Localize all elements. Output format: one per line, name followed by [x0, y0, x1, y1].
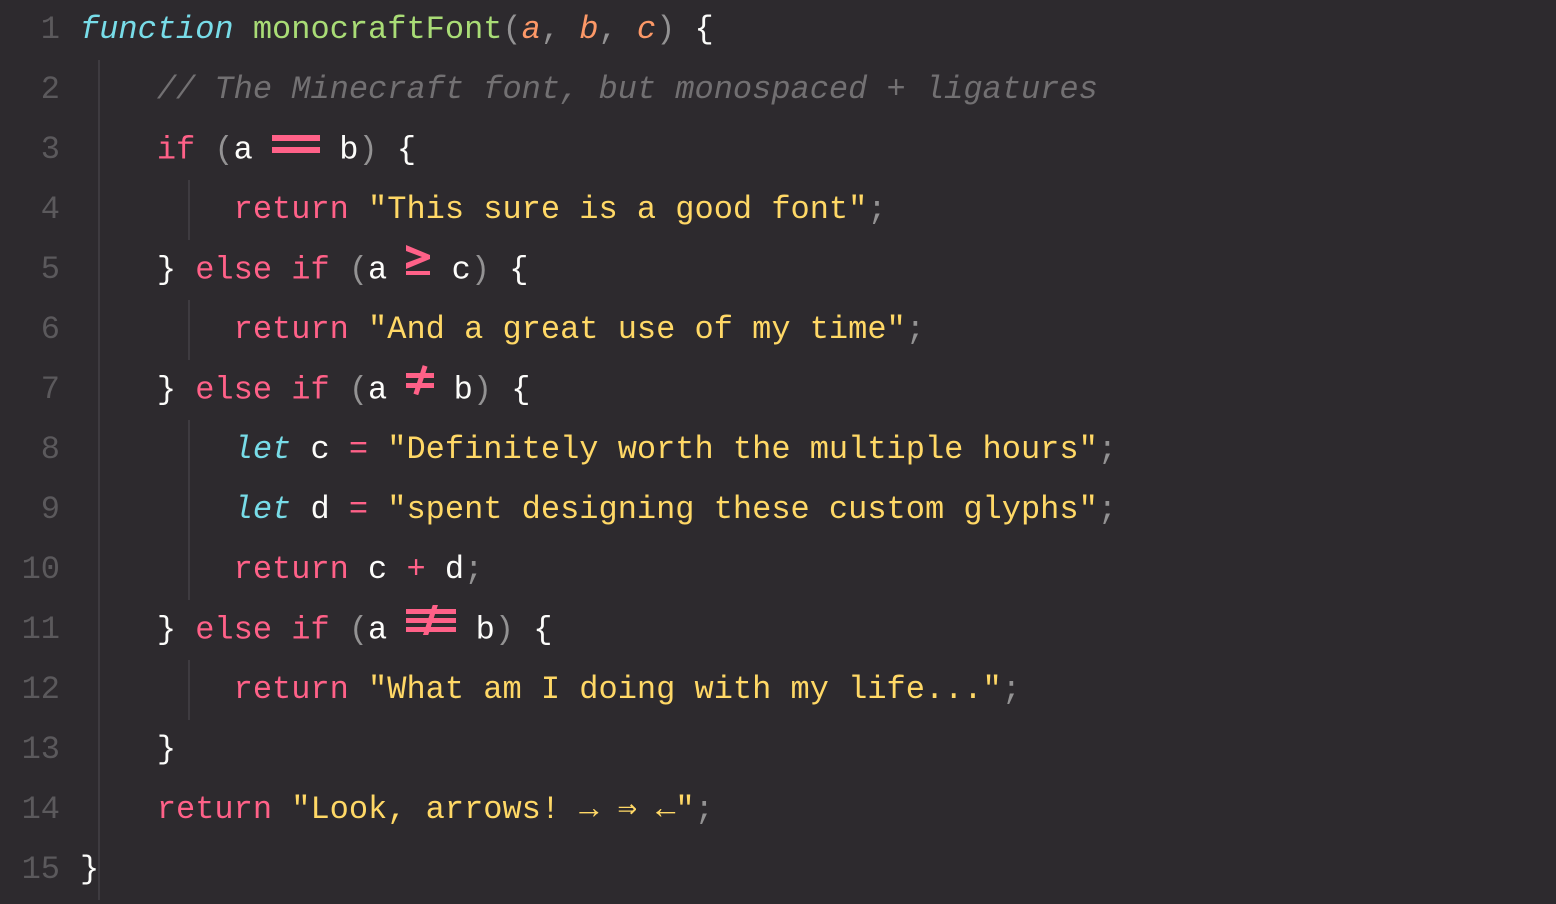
- ligature-neq-icon: [406, 357, 434, 417]
- keyword-return: return: [157, 791, 272, 828]
- string-literal: "Definitely worth the multiple hours": [387, 431, 1098, 468]
- line-number: 9: [0, 480, 60, 540]
- var-c: c: [310, 431, 329, 468]
- keyword-return: return: [234, 671, 349, 708]
- code-line[interactable]: return "This sure is a good font";: [80, 180, 1556, 240]
- line-number: 11: [0, 600, 60, 660]
- line-number: 2: [0, 60, 60, 120]
- code-line[interactable]: let d = "spent designing these custom gl…: [80, 480, 1556, 540]
- var-a: a: [368, 371, 387, 408]
- keyword-return: return: [234, 311, 349, 348]
- code-line[interactable]: return "Look, arrows! → ⇒ ←";: [80, 780, 1556, 840]
- line-number: 15: [0, 840, 60, 900]
- var-b: b: [476, 611, 495, 648]
- keyword-function: function: [80, 11, 234, 48]
- var-a: a: [368, 251, 387, 288]
- keyword-if: if: [291, 251, 329, 288]
- line-number: 10: [0, 540, 60, 600]
- ligature-neqq-icon: [406, 597, 456, 657]
- param-b: b: [579, 11, 598, 48]
- code-line[interactable]: }: [80, 720, 1556, 780]
- var-b: b: [339, 131, 358, 168]
- line-number: 3: [0, 120, 60, 180]
- code-line[interactable]: } else if (a c) {: [80, 240, 1556, 300]
- keyword-return: return: [234, 551, 349, 588]
- line-number: 13: [0, 720, 60, 780]
- code-line[interactable]: } else if (a b) {: [80, 360, 1556, 420]
- operator-plus: +: [406, 551, 425, 588]
- ligature-equals-icon: [272, 117, 320, 177]
- line-number-gutter: 1 2 3 4 5 6 7 8 9 10 11 12 13 14 15: [0, 0, 80, 900]
- line-number: 6: [0, 300, 60, 360]
- code-line[interactable]: let c = "Definitely worth the multiple h…: [80, 420, 1556, 480]
- param-a: a: [522, 11, 541, 48]
- keyword-else: else: [195, 611, 272, 648]
- var-d: d: [310, 491, 329, 528]
- string-literal: "spent designing these custom glyphs": [387, 491, 1098, 528]
- string-literal: "What am I doing with my life...": [368, 671, 1002, 708]
- function-name: monocraftFont: [253, 11, 503, 48]
- string-literal: "And a great use of my time": [368, 311, 906, 348]
- line-number: 8: [0, 420, 60, 480]
- keyword-if: if: [291, 611, 329, 648]
- string-literal: "This sure is a good font": [368, 191, 867, 228]
- keyword-return: return: [234, 191, 349, 228]
- code-area[interactable]: function monocraftFont(a, b, c) { // The…: [80, 0, 1556, 900]
- comment: // The Minecraft font, but monospaced + …: [157, 71, 1098, 108]
- keyword-let: let: [234, 431, 292, 468]
- code-line[interactable]: if (a b) {: [80, 120, 1556, 180]
- operator-assign: =: [349, 431, 368, 468]
- var-c: c: [368, 551, 387, 588]
- operator-assign: =: [349, 491, 368, 528]
- var-b: b: [454, 371, 473, 408]
- line-number: 4: [0, 180, 60, 240]
- code-line[interactable]: function monocraftFont(a, b, c) {: [80, 0, 1556, 60]
- line-number: 5: [0, 240, 60, 300]
- line-number: 14: [0, 780, 60, 840]
- var-d: d: [445, 551, 464, 588]
- code-line[interactable]: return "What am I doing with my life..."…: [80, 660, 1556, 720]
- code-line[interactable]: } else if (a b) {: [80, 600, 1556, 660]
- param-c: c: [637, 11, 656, 48]
- code-line[interactable]: // The Minecraft font, but monospaced + …: [80, 60, 1556, 120]
- code-editor[interactable]: 1 2 3 4 5 6 7 8 9 10 11 12 13 14 15 func…: [0, 0, 1556, 900]
- line-number: 1: [0, 0, 60, 60]
- var-a: a: [368, 611, 387, 648]
- ligature-gte-icon: [406, 237, 432, 297]
- keyword-if: if: [291, 371, 329, 408]
- var-c: c: [452, 251, 471, 288]
- code-line[interactable]: return "And a great use of my time";: [80, 300, 1556, 360]
- keyword-else: else: [195, 371, 272, 408]
- keyword-if: if: [157, 131, 195, 168]
- var-a: a: [234, 131, 253, 168]
- line-number: 12: [0, 660, 60, 720]
- string-literal: "Look, arrows! → ⇒ ←": [291, 791, 694, 828]
- code-line[interactable]: return c + d;: [80, 540, 1556, 600]
- keyword-let: let: [234, 491, 292, 528]
- code-line[interactable]: }: [80, 840, 1556, 900]
- keyword-else: else: [195, 251, 272, 288]
- line-number: 7: [0, 360, 60, 420]
